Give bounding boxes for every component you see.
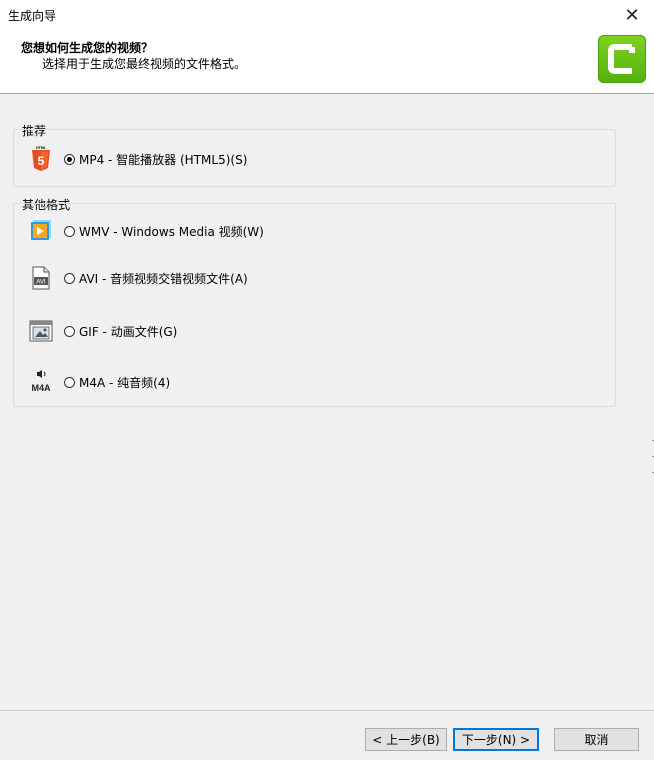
avi-option-label: AVI - 音频视频交错视频文件(A) [79,271,248,286]
gif-image-icon [29,320,53,342]
m4a-icon-text: M4A [31,383,51,393]
cancel-button[interactable]: 取消 [554,728,639,751]
wmv-radio[interactable] [64,225,75,237]
window-title: 生成向导 [8,9,57,23]
next-button[interactable]: 下一步(N) > [453,728,539,751]
gif-radio[interactable] [64,325,75,337]
option-mp4[interactable]: HTML 5 MP4 - 智能播放器 (HTML5)(S) [28,145,247,173]
title-bar: 生成向导 ✕ [0,0,654,30]
footer-divider [0,710,654,711]
wmv-option-label: WMV - Windows Media 视频(W) [79,224,264,239]
avi-radio[interactable] [64,272,75,284]
camtasia-c-icon [608,44,635,74]
produce-wizard-dialog: 生成向导 ✕ 您想如何生成您的视频？ 选择用于生成您最终视频的文件格式。 推荐 … [0,0,654,760]
html5-number-text: 5 [38,154,45,168]
html5-icon: HTML 5 [28,146,54,172]
m4a-speaker-icon: M4A [31,370,51,393]
page-title: 您想如何生成您的视频？ [21,41,154,55]
option-wmv[interactable]: WMV - Windows Media 视频(W) [28,217,264,245]
option-avi[interactable]: AVI AVI - 音频视频交错视频文件(A) [28,264,248,292]
wizard-header: 您想如何生成您的视频？ 选择用于生成您最终视频的文件格式。 [0,30,654,94]
option-m4a[interactable]: M4A M4A - 纯音频(4) [28,368,170,396]
close-button[interactable]: ✕ [610,0,654,30]
close-icon: ✕ [624,4,640,26]
avi-icon-text: AVI [36,280,46,286]
camtasia-logo [598,35,646,83]
option-gif[interactable]: GIF - 动画文件(G) [28,317,177,345]
avi-document-icon: AVI [32,266,50,290]
windows-media-icon [28,218,54,244]
avi-file-icon: AVI [28,265,54,291]
wmv-play-icon [31,220,51,240]
mp4-option-label: MP4 - 智能播放器 (HTML5)(S) [79,152,248,167]
page-subtitle: 选择用于生成您最终视频的文件格式。 [42,57,247,71]
m4a-audio-icon: M4A [28,369,54,395]
back-button[interactable]: < 上一步(B) [365,728,447,751]
html5-top-text: HTML [36,146,47,150]
mp4-radio[interactable] [64,153,75,165]
html5-shield-icon: HTML 5 [32,146,50,171]
m4a-option-label: M4A - 纯音频(4) [79,375,171,390]
m4a-radio[interactable] [64,376,75,388]
gif-option-label: GIF - 动画文件(G) [79,324,178,339]
gif-file-icon [28,318,54,344]
